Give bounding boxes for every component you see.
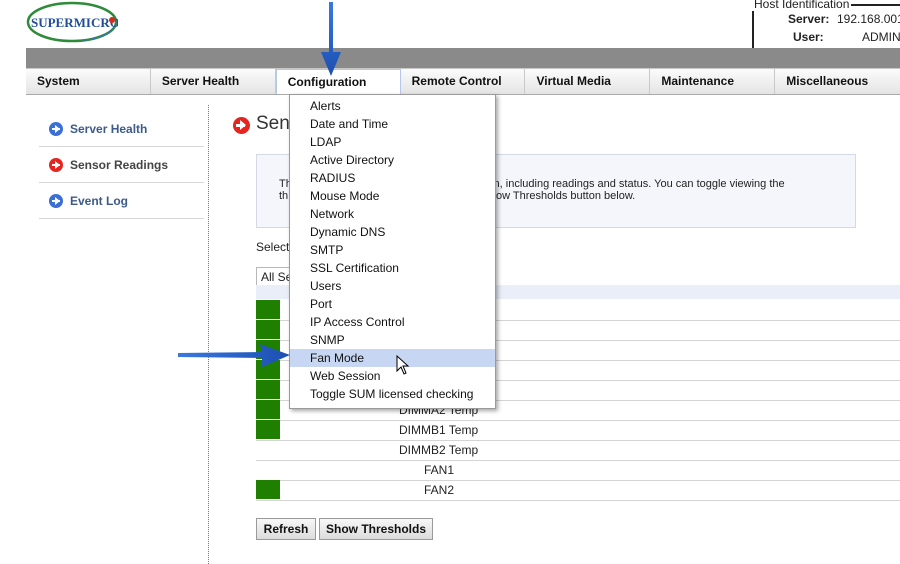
arrow-right-circle-icon [49,193,63,208]
menu-item-ip-access-control[interactable]: IP Access Control [290,313,495,331]
nav-remote-control[interactable]: Remote Control [401,69,526,94]
annotation-arrow-right-icon [176,343,292,369]
menu-item-users[interactable]: Users [290,277,495,295]
menu-item-fan-mode[interactable]: Fan Mode [290,349,495,367]
table-row: DIMMB1 Temp [256,420,900,441]
menu-item-snmp[interactable]: SNMP [290,331,495,349]
sensor-name: FAN2 [424,483,455,497]
sensor-name: FAN1 [424,463,455,477]
svg-text:SUPERMICRO: SUPERMICRO [31,15,118,30]
server-label: Server: [788,12,830,26]
user-value: ADMIN [862,30,900,44]
menu-item-mouse-mode[interactable]: Mouse Mode [290,187,495,205]
menu-item-smtp[interactable]: SMTP [290,241,495,259]
header-bar [26,48,900,68]
table-row: FAN2 [256,480,900,501]
sidebar-item-label: Server Health [70,121,148,136]
status-indicator [256,380,280,399]
menu-item-toggle-sum-licensed-checking[interactable]: Toggle SUM licensed checking [290,385,495,403]
status-indicator [256,320,280,339]
configuration-dropdown-menu: Alerts Date and Time LDAP Active Directo… [289,94,496,409]
menu-item-active-directory[interactable]: Active Directory [290,151,495,169]
menu-item-dynamic-dns[interactable]: Dynamic DNS [290,223,495,241]
arrow-right-circle-icon [49,121,63,136]
sensor-name: DIMMB1 Temp [399,423,479,437]
user-label: User: [793,30,824,44]
status-indicator [256,300,280,319]
menu-item-network[interactable]: Network [290,205,495,223]
menu-item-ssl-certification[interactable]: SSL Certification [290,259,495,277]
menu-item-date-and-time[interactable]: Date and Time [290,115,495,133]
arrow-right-circle-icon [49,157,63,172]
nav-virtual-media[interactable]: Virtual Media [525,69,651,94]
menu-item-alerts[interactable]: Alerts [290,97,495,115]
sensor-name: DIMMB2 Temp [399,443,479,457]
supermicro-logo: SUPERMICRO [26,0,120,44]
sidebar-item-sensor-readings[interactable]: Sensor Readings [39,147,204,183]
status-indicator [256,400,280,419]
sidebar-item-event-log[interactable]: Event Log [39,183,204,219]
show-thresholds-button[interactable]: Show Thresholds [319,518,433,540]
nav-system[interactable]: System [26,69,151,94]
sidebar-item-label: Sensor Readings [70,157,169,172]
sidebar-item-server-health[interactable]: Server Health [39,111,204,147]
table-row: DIMMB2 Temp [256,440,900,461]
page-title: Sen [256,113,290,134]
sidebar-divider [208,105,209,564]
nav-miscellaneous[interactable]: Miscellaneous [775,69,900,94]
status-indicator [256,420,280,439]
sensor-select-label: Select [256,240,290,254]
refresh-button[interactable]: Refresh [256,518,316,540]
main-nav: System Server Health Configuration Remot… [26,68,900,95]
table-row: FAN1 [256,460,900,481]
host-identification-title: Host Identification [752,0,852,11]
arrow-right-circle-icon [233,117,250,134]
sidebar-item-label: Event Log [70,193,129,208]
nav-server-health[interactable]: Server Health [151,69,276,94]
menu-item-ldap[interactable]: LDAP [290,133,495,151]
annotation-arrow-down-icon [318,0,344,78]
status-indicator [256,480,280,499]
server-value: 192.168.001 [837,12,900,26]
menu-item-web-session[interactable]: Web Session [290,367,495,385]
menu-item-port[interactable]: Port [290,295,495,313]
menu-item-radius[interactable]: RADIUS [290,169,495,187]
nav-maintenance[interactable]: Maintenance [650,69,776,94]
mouse-cursor-icon [396,354,410,378]
